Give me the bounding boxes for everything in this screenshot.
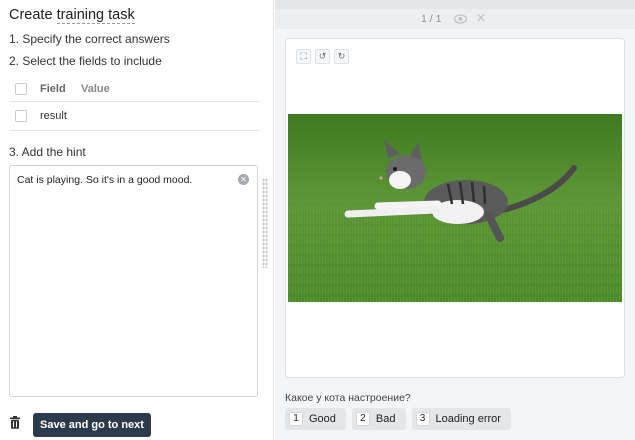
fields-table-header: Field Value xyxy=(9,76,259,102)
column-header-field: Field xyxy=(40,82,66,95)
title-prefix: Create xyxy=(9,7,53,23)
table-row: result xyxy=(9,102,259,131)
task-preview-panel: 1 / 1 ✕ ⛶ ↺ ↻ Какое у кота настроение? 1… xyxy=(275,0,635,440)
task-editor-panel: Create training task 1. Specify the corr… xyxy=(0,0,274,440)
step-add-hint: 3. Add the hint xyxy=(9,145,86,159)
answer-good-button[interactable]: 1 Good xyxy=(285,408,346,430)
save-and-next-button[interactable]: Save and go to next xyxy=(33,413,151,437)
clear-icon[interactable]: ✕ xyxy=(238,174,249,185)
cat-photo xyxy=(288,114,622,302)
answer-buttons: 1 Good 2 Bad 3 Loading error xyxy=(285,408,511,430)
answer-loading-error-button[interactable]: 3 Loading error xyxy=(411,408,511,430)
eye-icon[interactable] xyxy=(454,14,467,24)
panel-resize-handle[interactable] xyxy=(262,178,269,268)
drag-handle-icon xyxy=(262,178,268,268)
pager-counter: 1 / 1 xyxy=(421,13,442,25)
fields-table: Field Value result xyxy=(9,76,259,131)
answer-label: Good xyxy=(309,413,336,425)
close-icon[interactable]: ✕ xyxy=(476,11,486,25)
select-all-checkbox[interactable] xyxy=(15,82,27,95)
hotkey-badge: 2 xyxy=(355,412,370,426)
answer-label: Loading error xyxy=(435,413,501,425)
step-specify-answers: 1. Specify the correct answers xyxy=(9,32,170,46)
rotate-right-icon[interactable]: ↻ xyxy=(334,49,349,64)
preview-topbar xyxy=(275,0,635,9)
row-checkbox[interactable] xyxy=(15,110,27,122)
fullscreen-icon[interactable]: ⛶ xyxy=(296,49,311,64)
hotkey-badge: 3 xyxy=(415,412,430,426)
rotate-left-icon[interactable]: ↺ xyxy=(315,49,330,64)
trash-icon[interactable] xyxy=(9,416,21,429)
title-link[interactable]: training task xyxy=(56,7,135,24)
answer-bad-button[interactable]: 2 Bad xyxy=(351,408,406,430)
column-header-value: Value xyxy=(81,82,110,95)
field-name: result xyxy=(40,110,67,122)
step-select-fields: 2. Select the fields to include xyxy=(9,54,162,68)
question-text: Какое у кота настроение? xyxy=(285,392,411,404)
hotkey-badge: 1 xyxy=(289,412,303,426)
pager-bar: 1 / 1 ✕ xyxy=(275,9,635,29)
hint-text: Cat is playing. So it's in a good mood. xyxy=(17,174,193,186)
page-title: Create training task xyxy=(9,7,135,24)
image-card: ⛶ ↺ ↻ xyxy=(285,38,625,378)
answer-label: Bad xyxy=(375,413,396,425)
hint-textarea[interactable]: Cat is playing. So it's in a good mood. … xyxy=(9,165,258,397)
